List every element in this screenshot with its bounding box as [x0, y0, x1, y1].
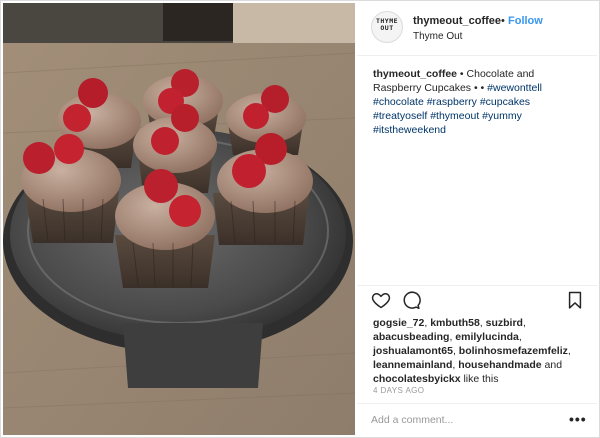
liker-username[interactable]: gogsie_72 — [373, 317, 424, 329]
location-link[interactable]: Thyme Out — [413, 31, 462, 42]
post-caption: thymeout_coffee • Chocolate and Raspberr… — [373, 67, 583, 137]
liker-username[interactable]: chocolatesbyickx — [373, 373, 461, 385]
liker-username[interactable]: leannemainland — [373, 359, 452, 371]
post-sidebar: THYME OUT thymeout_coffee • Follow Thyme… — [357, 3, 597, 435]
action-bar — [357, 290, 597, 312]
hashtag[interactable]: #chocolate — [373, 96, 424, 108]
comment-input[interactable] — [371, 411, 551, 429]
header-username[interactable]: thymeout_coffee — [413, 15, 501, 27]
likes-suffix: like this — [460, 373, 499, 385]
more-options-button[interactable]: ••• — [569, 411, 587, 427]
caption-username[interactable]: thymeout_coffee — [373, 68, 457, 80]
hashtag[interactable]: #itstheweekend — [373, 124, 446, 136]
liker-username[interactable]: joshualamont65 — [373, 345, 453, 357]
liker-username[interactable]: househandmade — [458, 359, 541, 371]
liker-username[interactable]: suzbird — [486, 317, 523, 329]
hashtag[interactable]: #yummy — [482, 110, 522, 122]
hashtag[interactable]: #cupcakes — [480, 96, 530, 108]
cupcakes-photo-illustration — [3, 3, 355, 435]
hashtag[interactable]: #thymeout — [430, 110, 479, 122]
heart-icon[interactable] — [371, 290, 391, 310]
post-timestamp[interactable]: 4 DAYS AGO — [373, 386, 424, 395]
divider — [357, 403, 597, 404]
hashtag[interactable]: #treatyoself — [373, 110, 427, 122]
likes-summary: gogsie_72, kmbuth58, suzbird, abacusbead… — [373, 317, 571, 385]
comment-icon[interactable] — [401, 290, 421, 310]
liker-username[interactable]: emilylucinda — [455, 331, 519, 343]
liker-username[interactable]: abacusbeading — [373, 331, 449, 343]
header-separator: • — [501, 15, 505, 27]
follow-button[interactable]: Follow — [508, 15, 543, 27]
instagram-post-card: THYME OUT thymeout_coffee • Follow Thyme… — [0, 0, 600, 438]
avatar-logo-text: THYME OUT — [375, 17, 399, 32]
liker-username[interactable]: kmbuth58 — [430, 317, 480, 329]
likes-and-text: and — [541, 359, 563, 371]
divider — [357, 285, 597, 286]
avatar[interactable]: THYME OUT — [371, 11, 403, 43]
liker-username[interactable]: bolinhosmefazemfeliz — [459, 345, 568, 357]
bookmark-icon[interactable] — [565, 290, 585, 310]
hashtag[interactable]: #raspberry — [427, 96, 477, 108]
post-header: THYME OUT thymeout_coffee • Follow Thyme… — [357, 3, 597, 56]
hashtag[interactable]: #wewonttell — [487, 82, 542, 94]
post-photo[interactable] — [3, 3, 355, 435]
